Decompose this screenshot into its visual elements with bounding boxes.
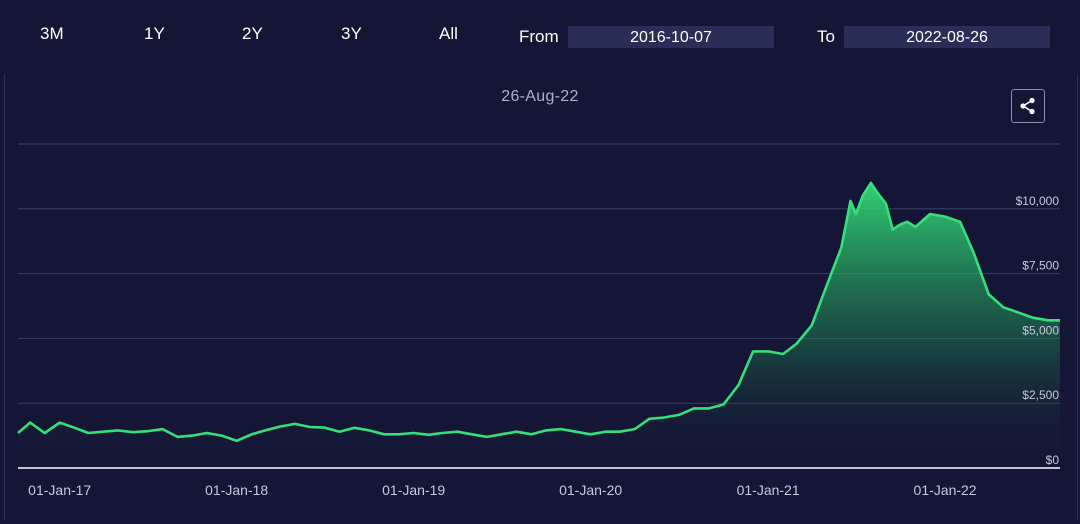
x-tick-label: 01-Jan-22 <box>914 482 977 498</box>
price-area-chart: $0 $2,500 $5,000 $7,500 $10,000 01-Jan-17 01-J… <box>17 143 1060 498</box>
price-area-fill <box>18 182 1060 468</box>
y-tick-label: $7,500 <box>1022 259 1059 273</box>
x-tick-label: 01-Jan-18 <box>205 482 268 498</box>
x-tick-label: 01-Jan-20 <box>559 482 622 498</box>
x-tick-label: 01-Jan-17 <box>28 482 91 498</box>
y-tick-label: $5,000 <box>1022 323 1059 337</box>
y-tick-label: $2,500 <box>1022 388 1059 402</box>
x-tick-label: 01-Jan-19 <box>382 482 445 498</box>
x-tick-label: 01-Jan-21 <box>737 482 800 498</box>
y-tick-label: $0 <box>1046 453 1060 467</box>
y-tick-label: $10,000 <box>1016 194 1060 208</box>
